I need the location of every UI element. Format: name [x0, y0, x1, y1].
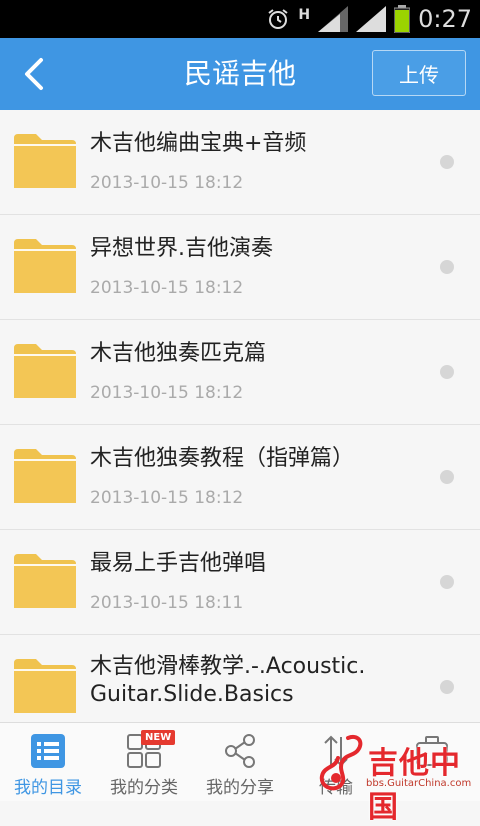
clock: 0:27 — [418, 5, 472, 33]
tab-my-category[interactable]: NEW 我的分类 — [96, 723, 192, 801]
file-date: 2013-10-15 18:12 — [90, 173, 244, 193]
signal-icon — [318, 6, 349, 32]
file-name: 最易上手吉他弹唱 — [90, 551, 267, 576]
file-name: 木吉他编曲宝典+音频 — [90, 131, 307, 156]
file-date: 2013-10-15 18:12 — [90, 488, 244, 508]
list-item[interactable]: 异想世界.吉他演奏 2013-10-15 18:12 — [0, 215, 480, 320]
file-name: 木吉他滑棒教学.-.Acoustic. Guitar.Slide.Basics — [90, 654, 366, 707]
battery-icon — [394, 5, 411, 33]
folder-icon — [14, 239, 76, 293]
alarm-icon — [268, 9, 288, 29]
signal-icon — [356, 6, 387, 32]
folder-icon — [14, 449, 76, 503]
app-header: 民谣吉他 上传 — [0, 38, 480, 110]
list-item[interactable]: 木吉他独奏匹克篇 2013-10-15 18:12 — [0, 320, 480, 425]
tab-my-share[interactable]: 我的分享 — [192, 723, 288, 801]
tab-transfer[interactable]: 传输 — [288, 723, 384, 801]
toolbox-icon — [416, 736, 448, 766]
list-item[interactable]: 木吉他独奏教程（指弹篇） 2013-10-15 18:12 — [0, 425, 480, 530]
folder-icon — [14, 344, 76, 398]
select-radio[interactable] — [440, 470, 454, 484]
share-icon — [225, 734, 255, 768]
tab-label: 我的分类 — [110, 778, 178, 798]
tab-label: 传输 — [319, 778, 353, 798]
file-list: 木吉他编曲宝典+音频 2013-10-15 18:12 异想世界.吉他演奏 20… — [0, 110, 480, 722]
file-name: 木吉他独奏教程（指弹篇） — [90, 446, 355, 471]
status-bar: H 0:27 — [0, 0, 480, 38]
select-radio[interactable] — [440, 365, 454, 379]
select-radio[interactable] — [440, 575, 454, 589]
tab-my-directory[interactable]: 我的目录 — [0, 723, 96, 801]
bottom-nav: 我的目录 NEW 我的分类 我的分享 传输 — [0, 722, 480, 801]
transfer-icon — [324, 735, 348, 767]
select-radio[interactable] — [440, 260, 454, 274]
list-item[interactable]: 木吉他滑棒教学.-.Acoustic. Guitar.Slide.Basics — [0, 635, 480, 722]
network-type-label: H — [298, 7, 311, 23]
list-item[interactable]: 木吉他编曲宝典+音频 2013-10-15 18:12 — [0, 110, 480, 215]
file-date: 2013-10-15 18:12 — [90, 383, 244, 403]
select-radio[interactable] — [440, 155, 454, 169]
status-icons: H 0:27 — [266, 0, 480, 38]
list-item[interactable]: 最易上手吉他弹唱 2013-10-15 18:11 — [0, 530, 480, 635]
tab-toolbox[interactable] — [384, 723, 480, 801]
folder-icon — [14, 134, 76, 188]
tab-label: 我的目录 — [14, 778, 82, 798]
tab-label: 我的分享 — [206, 778, 274, 798]
file-name: 木吉他独奏匹克篇 — [90, 341, 267, 366]
new-badge: NEW — [141, 730, 176, 745]
upload-button[interactable]: 上传 — [372, 50, 466, 96]
select-radio[interactable] — [440, 680, 454, 694]
file-date: 2013-10-15 18:11 — [90, 593, 244, 613]
file-name: 异想世界.吉他演奏 — [90, 236, 273, 261]
list-icon — [31, 734, 65, 768]
file-date: 2013-10-15 18:12 — [90, 278, 244, 298]
folder-icon — [14, 659, 76, 713]
folder-icon — [14, 554, 76, 608]
